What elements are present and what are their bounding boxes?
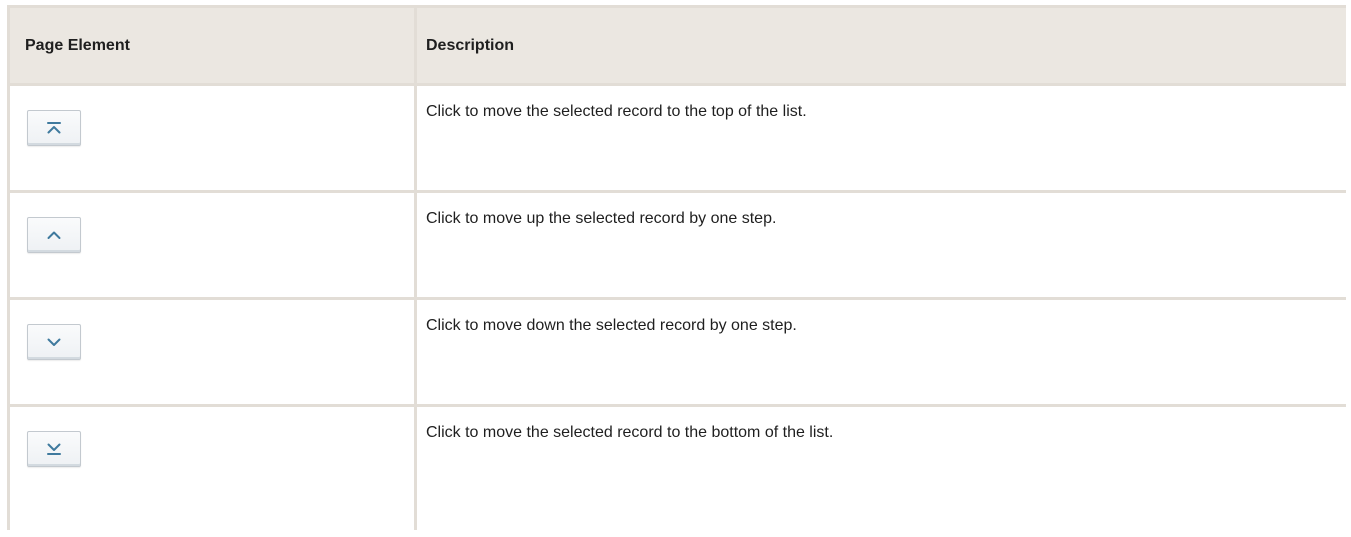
header-description-label: Description <box>426 36 515 54</box>
header-page-element-label: Page Element <box>25 36 130 54</box>
move-up-icon <box>46 228 62 242</box>
header-description: Description <box>417 8 1346 83</box>
row-description: Click to move up the selected record by … <box>426 210 777 227</box>
table-row-description-cell: Click to move up the selected record by … <box>417 193 1346 297</box>
table-row-element-cell <box>10 193 414 297</box>
row-description: Click to move down the selected record b… <box>426 317 797 334</box>
page-elements-table: Page Element Description Click to move t… <box>7 5 1346 537</box>
move-up-button[interactable] <box>27 217 81 253</box>
table-row-element-cell <box>10 300 414 404</box>
header-page-element: Page Element <box>10 8 414 83</box>
table-row-element-cell <box>10 86 414 190</box>
move-to-bottom-icon <box>46 442 62 456</box>
move-down-button[interactable] <box>27 324 81 360</box>
move-to-top-button[interactable] <box>27 110 81 146</box>
table-row-description-cell: Click to move the selected record to the… <box>417 86 1346 190</box>
row-description: Click to move the selected record to the… <box>426 424 834 441</box>
move-to-bottom-button[interactable] <box>27 431 81 467</box>
table-row-description-cell: Click to move the selected record to the… <box>417 407 1346 537</box>
row-description: Click to move the selected record to the… <box>426 103 807 120</box>
table-row-description-cell: Click to move down the selected record b… <box>417 300 1346 404</box>
move-down-icon <box>46 335 62 349</box>
table-row-element-cell <box>10 407 414 537</box>
move-to-top-icon <box>46 121 62 135</box>
